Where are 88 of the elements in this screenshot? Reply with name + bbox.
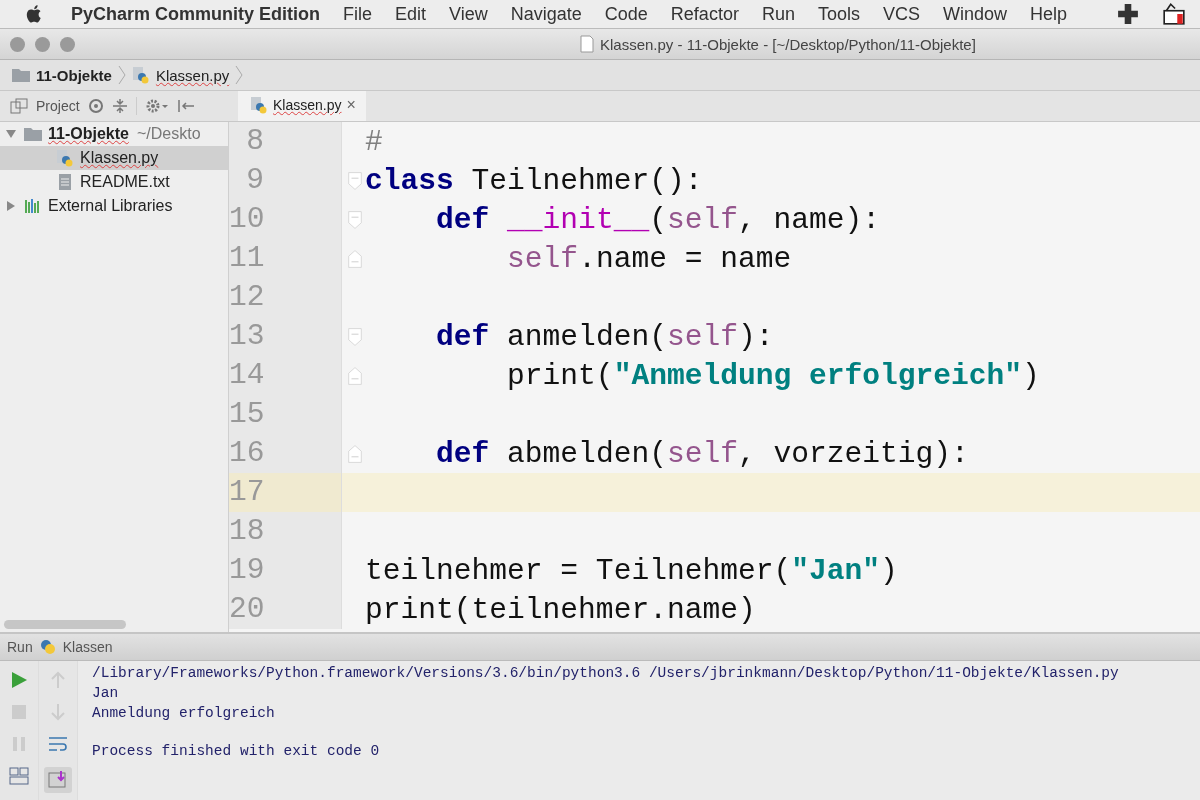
console-line: Anmeldung erfolgreich	[92, 704, 276, 723]
line-number: 20	[229, 590, 341, 629]
soft-wrap-icon[interactable]	[48, 735, 68, 753]
tree-item[interactable]: 11-Objekte ~/Deskto	[0, 122, 228, 146]
code-line: #	[365, 124, 383, 159]
menu-item[interactable]: Edit	[395, 3, 427, 25]
editor-tab[interactable]: Klassen.py ×	[238, 91, 366, 121]
menu-item[interactable]: Window	[942, 3, 1007, 25]
minimize-button[interactable]	[35, 36, 50, 52]
close-button[interactable]	[10, 36, 25, 52]
menu-item[interactable]: Help	[1030, 3, 1068, 25]
scrollbar[interactable]	[4, 620, 126, 629]
python-file-icon	[250, 95, 268, 114]
menu-item[interactable]: Tools	[817, 3, 860, 25]
menu-item[interactable]: View	[449, 3, 488, 25]
breadcrumb[interactable]: Klassen.py	[155, 66, 230, 84]
code-line: teilnehmer = Teilnehmer("Jan")	[365, 553, 898, 588]
line-number: 9	[229, 161, 341, 200]
line-number: 8	[229, 122, 341, 161]
tree-item[interactable]: Klassen.py	[0, 146, 228, 170]
menu-item[interactable]: Code	[604, 3, 648, 25]
zoom-button[interactable]	[60, 36, 75, 52]
project-view-dropdown[interactable]: Project	[36, 98, 80, 114]
window-title: Klassen.py - 11-Objekte - [~/Desktop/Python/11-Objekte]	[600, 35, 976, 53]
line-number: 10	[229, 200, 341, 239]
python-file-icon	[131, 66, 150, 84]
run-panel-title: Run	[7, 639, 33, 655]
line-number: 15	[229, 395, 341, 434]
line-number: 18	[229, 512, 341, 551]
tree-label: README.txt	[80, 173, 170, 191]
menu-item[interactable]: Refactor	[670, 3, 739, 25]
tab-label: Klassen.py	[273, 96, 342, 113]
line-number: 13	[229, 317, 341, 356]
gear-icon[interactable]	[144, 98, 169, 114]
python-file-icon	[56, 149, 74, 167]
chevron-icon	[117, 65, 126, 85]
code-line: print("Anmeldung erfolgreich")	[506, 358, 1040, 393]
plus-icon[interactable]	[1117, 3, 1139, 25]
document-icon	[580, 35, 594, 53]
console-line: Process finished with exit code 0	[92, 742, 381, 761]
layout-icon[interactable]	[9, 767, 29, 785]
pause-icon[interactable]	[10, 735, 28, 753]
app-name[interactable]: PyCharm Community Edition	[71, 3, 321, 25]
menu-item[interactable]: File	[343, 3, 373, 25]
line-number: 11	[229, 239, 341, 278]
up-arrow-icon[interactable]	[49, 671, 67, 689]
close-tab-button[interactable]: ×	[346, 95, 356, 114]
target-icon[interactable]	[87, 98, 104, 114]
disclosure-icon[interactable]	[6, 201, 16, 211]
code-line: print(teilnehmer.name)	[365, 592, 756, 627]
stop-icon[interactable]	[10, 703, 28, 721]
code-line: class Teilnehmer():	[365, 163, 703, 198]
menu-item[interactable]: VCS	[882, 3, 920, 25]
path-hint: ~/Deskto	[136, 125, 201, 143]
code-line: def __init__(self, name):	[435, 202, 881, 237]
code-line: self.name = name	[506, 241, 792, 276]
folder-icon	[12, 68, 30, 82]
toolbox-icon[interactable]	[1162, 2, 1186, 26]
disclosure-icon[interactable]	[6, 129, 16, 139]
text-file-icon	[56, 173, 74, 191]
tree-item[interactable]: External Libraries	[0, 194, 228, 218]
tree-item[interactable]: README.txt	[0, 170, 228, 194]
tree-label: External Libraries	[48, 197, 173, 215]
scroll-to-end-icon[interactable]	[44, 767, 72, 793]
tree-label: Klassen.py	[80, 149, 159, 167]
python-icon	[38, 638, 57, 656]
line-number: 17	[229, 473, 341, 512]
play-icon[interactable]	[10, 671, 28, 689]
line-number: 12	[229, 278, 341, 317]
folder-icon	[24, 127, 42, 141]
line-number: 16	[229, 434, 341, 473]
code-line: def abmelden(self, vorzeitig):	[435, 436, 969, 471]
menu-item[interactable]: Run	[761, 3, 795, 25]
code-line: def anmelden(self):	[435, 319, 774, 354]
hide-panel-icon[interactable]	[176, 98, 195, 114]
line-number: 14	[229, 356, 341, 395]
tree-label: 11-Objekte	[48, 125, 129, 143]
run-config-tab[interactable]: Klassen	[62, 639, 113, 655]
line-number: 19	[229, 551, 341, 590]
down-arrow-icon[interactable]	[49, 703, 67, 721]
chevron-icon	[235, 65, 244, 85]
collapse-icon[interactable]	[111, 98, 128, 114]
console-line: /Library/Frameworks/Python.framework/Versions/3.6/bin/python3.6 /Users/jbrinkmann/Desktop/Python/11-Objekte/Klassen.py	[92, 664, 1119, 683]
library-icon	[24, 198, 42, 214]
menu-item[interactable]: Navigate	[510, 3, 582, 25]
project-icon	[10, 98, 28, 114]
breadcrumb[interactable]: 11-Objekte	[36, 66, 112, 84]
console-line: Jan	[92, 684, 120, 703]
